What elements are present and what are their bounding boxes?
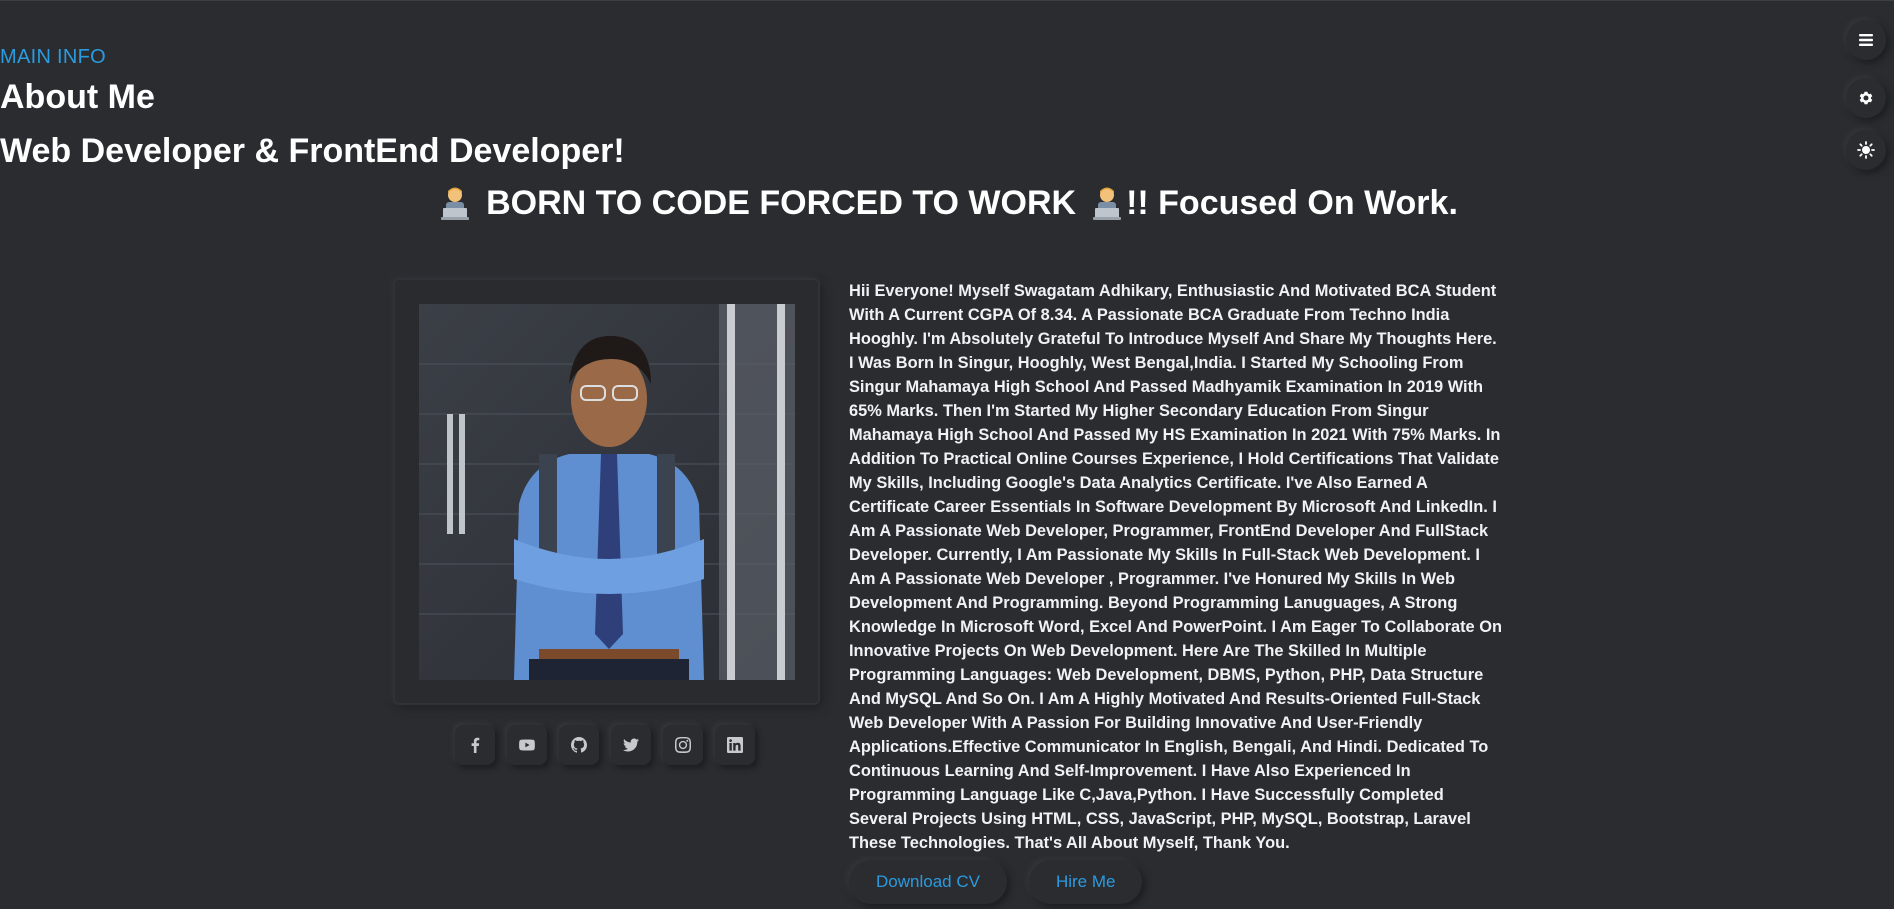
- settings-gear-icon: [1859, 91, 1873, 105]
- profile-photo-card: [395, 280, 818, 703]
- youtube-icon: [519, 739, 535, 751]
- theme-toggle-icon: [1857, 141, 1875, 159]
- motto-text-2: !! Focused On Work.: [1126, 184, 1458, 222]
- twitter-icon: [623, 738, 639, 752]
- twitter-link[interactable]: [611, 725, 651, 765]
- theme-toggle-button[interactable]: [1846, 130, 1886, 170]
- download-cv-button[interactable]: Download CV: [849, 860, 1007, 904]
- hire-me-button[interactable]: Hire Me: [1028, 860, 1143, 904]
- menu-button[interactable]: [1846, 20, 1886, 60]
- about-paragraph: Hii Everyone! Myself Swagatam Adhikary, …: [849, 282, 1502, 852]
- profile-photo: [419, 304, 795, 680]
- instagram-icon: [675, 737, 691, 753]
- settings-button[interactable]: [1846, 78, 1886, 118]
- section-kicker: MAIN INFO: [0, 46, 107, 68]
- motto-heading: BORN TO CODE FORCED TO WORK !! Focused O…: [0, 183, 1894, 223]
- linkedin-link[interactable]: [715, 725, 755, 765]
- role-subtitle: Web Developer & FrontEnd Developer!: [0, 132, 625, 170]
- technologist-emoji-icon: [436, 184, 474, 222]
- facebook-icon: [471, 737, 480, 753]
- instagram-link[interactable]: [663, 725, 703, 765]
- github-icon: [571, 737, 587, 753]
- youtube-link[interactable]: [507, 725, 547, 765]
- github-link[interactable]: [559, 725, 599, 765]
- facebook-link[interactable]: [455, 725, 495, 765]
- technologist-emoji-icon: [1088, 184, 1126, 222]
- cta-buttons: Download CV Hire Me: [849, 860, 1143, 904]
- menu-icon: [1859, 34, 1873, 46]
- motto-text-1: BORN TO CODE FORCED TO WORK: [486, 184, 1077, 222]
- about-section: MAIN INFO About Me Web Developer & Front…: [0, 0, 1894, 909]
- social-links: [455, 725, 755, 765]
- section-title: About Me: [0, 78, 155, 116]
- linkedin-icon: [727, 737, 743, 753]
